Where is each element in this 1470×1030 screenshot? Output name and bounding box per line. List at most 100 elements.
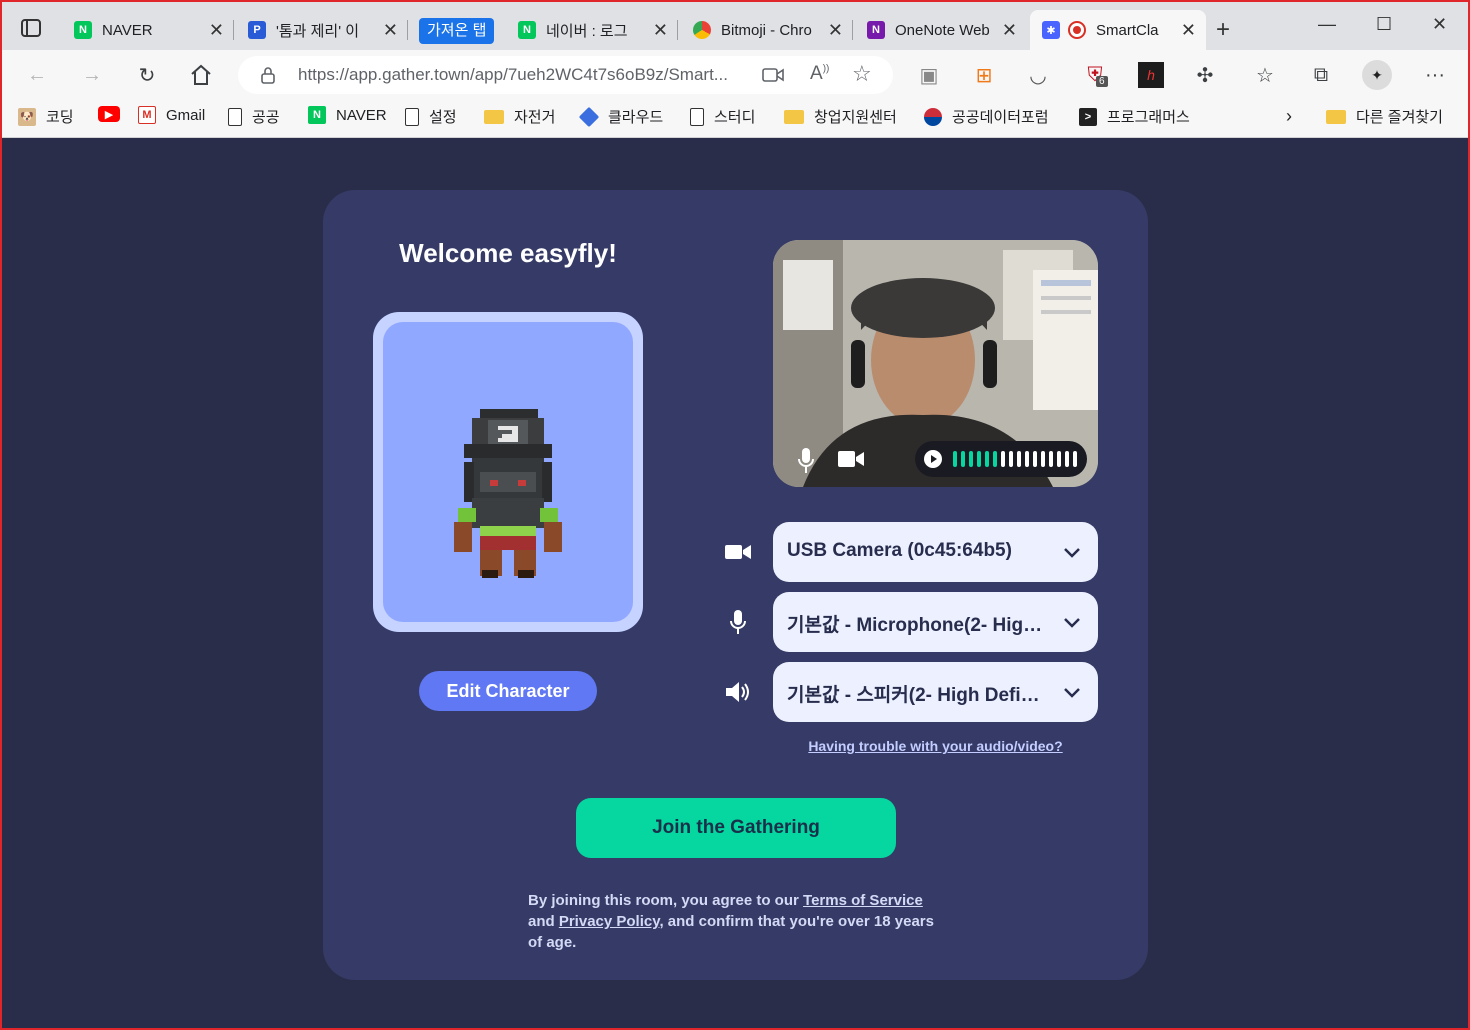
close-window-icon[interactable]: ✕: [1432, 14, 1447, 35]
close-tab-icon[interactable]: ✕: [1002, 21, 1017, 39]
audio-level-bar: [969, 451, 973, 467]
bookmark-item[interactable]: > 프로그래머스: [1079, 106, 1190, 127]
h-extension-icon[interactable]: h: [1138, 62, 1164, 88]
pocket-icon[interactable]: ◡: [1025, 62, 1051, 88]
browser-tab[interactable]: Bitmoji - Chro ✕: [681, 10, 853, 50]
browser-tab[interactable]: N OneNote Web ✕: [855, 10, 1027, 50]
tab-group-chip[interactable]: 가져온 탭: [419, 18, 495, 44]
bookmarks-overflow-chevron-icon[interactable]: ›: [1286, 106, 1292, 127]
folder-icon: [1326, 109, 1346, 124]
extension-stack-icon[interactable]: ▣: [916, 62, 942, 88]
microphone-icon: [730, 610, 746, 634]
browser-tab[interactable]: N NAVER ✕: [62, 10, 234, 50]
camera-select[interactable]: USB Camera (0c45:64b5): [773, 522, 1098, 582]
browser-tab[interactable]: P '톰과 제리' 이 ✕: [236, 10, 408, 50]
bookmarks-bar: 🐶 코딩 ▶ M Gmail 공공 N NAVER 설정 자전거 클라우드 스터…: [0, 98, 1470, 138]
new-tab-icon[interactable]: +: [1216, 16, 1230, 44]
bookmark-item[interactable]: 자전거: [484, 106, 555, 127]
pixel-character-avatar: [454, 409, 562, 578]
speaker-select[interactable]: 기본값 - 스피커(2- High Definition Audio Devic…: [773, 662, 1098, 722]
naver-icon: N: [74, 21, 92, 39]
lock-icon[interactable]: [260, 66, 276, 84]
bookmark-item[interactable]: 창업지원센터: [784, 106, 897, 127]
bookmark-item[interactable]: 🐶 코딩: [18, 106, 74, 127]
recording-icon: [1068, 21, 1086, 39]
forward-icon[interactable]: →: [79, 62, 105, 88]
camera-toggle-icon[interactable]: [837, 449, 865, 469]
tab-actions-icon[interactable]: [14, 14, 50, 44]
bookmark-item[interactable]: M Gmail: [138, 106, 205, 124]
bookmark-item[interactable]: 공공데이터포럼: [924, 106, 1049, 127]
audio-level-bar: [1009, 451, 1013, 467]
naver-icon: N: [308, 106, 326, 124]
audio-level-meter: [915, 441, 1087, 477]
profile-avatar[interactable]: ✦: [1362, 60, 1392, 90]
audio-level-bar: [953, 451, 957, 467]
microphone-toggle-icon[interactable]: [797, 447, 815, 475]
add-favorite-icon[interactable]: ☆: [852, 61, 872, 87]
speaker-icon: [726, 682, 749, 702]
character-preview: [373, 312, 643, 632]
bookmark-item[interactable]: 공공: [228, 106, 280, 127]
audio-level-bar: [1041, 451, 1045, 467]
page-icon: [405, 107, 419, 126]
audio-level-bar: [1033, 451, 1037, 467]
onenote-icon: N: [867, 21, 885, 39]
bookmark-item[interactable]: N NAVER: [308, 106, 387, 124]
bookmark-item[interactable]: 스터디: [690, 106, 755, 127]
edit-character-button[interactable]: Edit Character: [419, 671, 597, 711]
favorites-icon[interactable]: ☆: [1252, 62, 1278, 88]
browser-tab-active[interactable]: ✱ SmartCla ✕: [1030, 10, 1206, 50]
back-icon[interactable]: ←: [24, 62, 50, 88]
collections-icon[interactable]: ⧉: [1308, 62, 1334, 88]
extension-layout-icon[interactable]: ⊞: [971, 62, 997, 88]
minimize-icon[interactable]: —: [1318, 14, 1336, 35]
folder-icon: [784, 109, 804, 124]
shield-extension-icon[interactable]: ⛨ 6: [1082, 62, 1108, 88]
bookmark-item[interactable]: 설정: [405, 106, 457, 127]
terms-of-service-link[interactable]: Terms of Service: [803, 892, 923, 909]
join-gathering-button[interactable]: Join the Gathering: [576, 798, 896, 858]
more-menu-icon[interactable]: ···: [1422, 62, 1448, 88]
cloud-box-icon: [578, 106, 600, 127]
legal-notice: By joining this room, you agree to our T…: [528, 892, 934, 951]
maximize-icon[interactable]: ☐: [1376, 14, 1392, 35]
privacy-policy-link[interactable]: Privacy Policy: [559, 913, 660, 930]
av-trouble-link[interactable]: Having trouble with your audio/video?: [773, 738, 1098, 754]
bookmark-item[interactable]: 클라우드: [578, 106, 663, 127]
url-text[interactable]: https://app.gather.town/app/7ueh2WC4t7s6…: [298, 65, 748, 85]
read-aloud-icon[interactable]: A)): [810, 63, 829, 85]
camera-preview: [773, 240, 1098, 487]
audio-level-bar: [961, 451, 965, 467]
tab-strip: N NAVER ✕ P '톰과 제리' 이 ✕ 가져온 탭 N 네이버 : 로그…: [0, 0, 1470, 50]
join-card: Welcome easyfly! Edit Character USB Came…: [323, 190, 1148, 980]
extension-badge: 6: [1096, 76, 1108, 87]
welcome-heading: Welcome easyfly!: [399, 238, 617, 268]
youtube-icon: ▶: [98, 106, 120, 122]
other-bookmarks[interactable]: 다른 즐겨찾기: [1326, 106, 1443, 127]
audio-level-bar: [1001, 451, 1005, 467]
browser-tab[interactable]: N 네이버 : 로그 ✕: [506, 10, 678, 50]
close-tab-icon[interactable]: ✕: [1181, 21, 1196, 39]
programmers-icon: >: [1079, 107, 1097, 126]
address-bar[interactable]: https://app.gather.town/app/7ueh2WC4t7s6…: [238, 56, 893, 94]
audio-level-bar: [993, 451, 997, 467]
microphone-select[interactable]: 기본값 - Microphone(2- High Definition Audi…: [773, 592, 1098, 652]
camera-permission-icon[interactable]: [762, 66, 784, 84]
audio-level-bar: [977, 451, 981, 467]
audio-level-bars: [953, 451, 1077, 467]
play-test-sound-icon[interactable]: [923, 449, 943, 469]
close-tab-icon[interactable]: ✕: [828, 21, 843, 39]
close-tab-icon[interactable]: ✕: [383, 21, 398, 39]
extensions-icon[interactable]: ✣: [1192, 62, 1218, 88]
taegeuk-icon: [924, 107, 942, 126]
audio-level-bar: [1057, 451, 1061, 467]
bookmark-item[interactable]: ▶: [98, 106, 130, 122]
home-icon[interactable]: [188, 62, 214, 88]
close-tab-icon[interactable]: ✕: [209, 21, 224, 39]
close-tab-icon[interactable]: ✕: [653, 21, 668, 39]
refresh-icon[interactable]: ↻: [134, 62, 160, 88]
folder-icon: [484, 109, 504, 124]
dog-icon: 🐶: [18, 107, 36, 126]
audio-level-bar: [1017, 451, 1021, 467]
